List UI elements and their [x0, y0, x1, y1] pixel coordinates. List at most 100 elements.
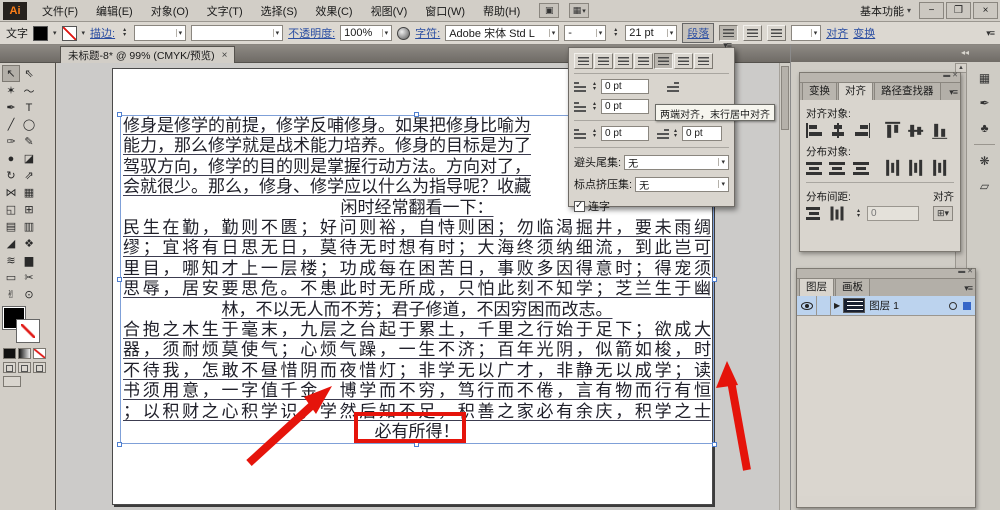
font-style-combo[interactable]: - ▾ [564, 25, 607, 41]
line-segment-tool[interactable]: ╱ [2, 116, 20, 133]
ellipse-tool[interactable]: ◯ [20, 116, 38, 133]
gradient-tool[interactable]: ▥ [20, 218, 38, 235]
text-line[interactable]: 器，须耐烦莫使气；心烦气躁，一生不济；百年光阴，似箭如梭，时 [121, 340, 713, 360]
space-before-stepper[interactable] [590, 129, 599, 139]
space-before-field[interactable]: 0 pt [601, 126, 649, 141]
tab-close-icon[interactable]: × [222, 50, 228, 61]
column-graph-tool[interactable]: ▆ [20, 252, 38, 269]
tab-pathfinder[interactable]: 路径查找器 [874, 80, 941, 100]
distribute-top-button[interactable] [806, 161, 824, 176]
symbol-sprayer-tool[interactable]: ≋ [2, 252, 20, 269]
symbols-panel-icon[interactable]: ♣ [974, 119, 995, 137]
selection-handle[interactable] [712, 442, 717, 447]
layer-selection-indicator[interactable] [963, 301, 971, 310]
distribute-hcenter-button[interactable] [908, 159, 924, 178]
align-horizontal-left-button[interactable] [806, 123, 824, 138]
dock-header[interactable] [791, 45, 1000, 62]
distribute-bottom-button[interactable] [852, 161, 870, 176]
blob-brush-tool[interactable]: ● [2, 150, 20, 167]
stroke-swatch[interactable] [61, 25, 77, 41]
visibility-toggle[interactable] [797, 295, 817, 316]
justify-left-button[interactable] [574, 53, 593, 69]
gradient-button[interactable] [18, 348, 31, 359]
space-after-field[interactable]: 0 pt [682, 126, 722, 141]
justify-last-left-button[interactable] [634, 53, 653, 69]
fill-swatch[interactable] [33, 25, 48, 41]
slice-tool[interactable]: ✂ [20, 269, 38, 286]
paragraph-link[interactable]: 段落 [682, 23, 715, 43]
mesh-tool[interactable]: ▤ [2, 218, 20, 235]
scale-tool[interactable]: ⇗ [20, 167, 38, 184]
character-link[interactable]: 字符: [415, 25, 440, 41]
type-tool[interactable]: T [20, 99, 38, 116]
brushes-panel-icon[interactable]: ✒ [974, 94, 995, 112]
text-line[interactable]: 缪；宜将有日思无日，莫待无时想有时；大海终须纳细流，到此岂可 [121, 238, 713, 258]
selection-handle[interactable] [117, 112, 122, 117]
spacing-field[interactable]: 0 [867, 206, 919, 221]
opacity-combo[interactable]: 100% ▾ [340, 25, 393, 41]
opacity-link[interactable]: 不透明度: [288, 25, 335, 41]
stroke-color-swatch[interactable] [16, 319, 40, 343]
layer-row[interactable]: ▶ 图层 1 [797, 295, 975, 316]
text-line[interactable]: 书须用意，一字值千金，博学而不穷，笃行而不倦，言有物而行有恒 [121, 381, 713, 401]
control-panel-menu-icon[interactable] [986, 27, 994, 39]
stroke-link[interactable]: 描边: [90, 25, 115, 41]
font-size-combo[interactable]: 21 pt ▾ [625, 25, 678, 41]
free-transform-tool[interactable]: ▦ [20, 184, 38, 201]
transform-panel-link[interactable]: 变换 [853, 25, 875, 41]
menu-help[interactable]: 帮助(H) [474, 0, 529, 22]
paintbrush-tool[interactable]: ✑ [2, 133, 20, 150]
text-line[interactable]: 林，不以无人而不芳；君子修道，不因穷困而改志。 [121, 300, 713, 320]
tab-artboards[interactable]: 画板 [835, 276, 870, 296]
layers-panel-menu-icon[interactable] [964, 282, 972, 294]
magic-wand-tool[interactable]: ✶ [2, 82, 20, 99]
align-horizontal-right-button[interactable] [852, 123, 870, 138]
text-line[interactable]: 合抱之木生于毫末，九层之台起于累土，千里之行始于足下；欲成大 [121, 320, 713, 340]
mojikumi-combo[interactable]: 无 ▾ [635, 176, 729, 192]
arrange-documents-icon[interactable]: ▦ [569, 3, 590, 18]
align-panel-link[interactable]: 对齐 [826, 25, 848, 41]
stroke-dropdown-icon[interactable]: ▾ [82, 29, 86, 37]
text-line[interactable]: 不待我，怎敢不昼惜阴而夜惜灯；非学无以广才，非静无以成学；读 [121, 361, 713, 381]
justify-right-button[interactable] [614, 53, 633, 69]
draw-inside-button[interactable] [33, 362, 46, 373]
align-vertical-center-button[interactable] [908, 121, 924, 140]
align-horizontal-center-button[interactable] [829, 123, 847, 138]
draw-behind-button[interactable] [18, 362, 31, 373]
align-to-selection-dropdown[interactable]: ⊞▾ [933, 206, 953, 221]
layer-thumbnail[interactable] [843, 298, 866, 313]
none-button[interactable] [33, 348, 46, 359]
text-line[interactable]: 思辱，居安要思危。不患此时无所成，只怕此刻不知学；芝兰生于幽 [121, 279, 713, 299]
hand-tool[interactable]: ✌ [2, 286, 20, 303]
menu-window[interactable]: 窗口(W) [416, 0, 474, 22]
graphic-style-icon[interactable] [397, 26, 411, 40]
variable-width-combo[interactable]: ▾ [191, 25, 284, 41]
menu-type[interactable]: 文字(T) [198, 0, 252, 22]
menu-file[interactable]: 文件(F) [33, 0, 87, 22]
distribute-right-button[interactable] [931, 159, 947, 178]
font-size-stepper[interactable] [611, 28, 620, 38]
brush-definition-combo[interactable]: ▾ [791, 25, 822, 41]
menu-object[interactable]: 对象(O) [142, 0, 198, 22]
layer-target-icon[interactable] [949, 301, 957, 310]
layer-name[interactable]: 图层 1 [869, 298, 899, 313]
width-tool[interactable]: ⋈ [2, 184, 20, 201]
color-button[interactable] [3, 348, 16, 359]
align-panel-menu-icon[interactable] [949, 86, 957, 98]
selection-handle[interactable] [117, 442, 122, 447]
justify-last-center-button[interactable] [654, 53, 673, 69]
pencil-tool[interactable]: ✎ [20, 133, 38, 150]
distribute-left-button[interactable] [885, 159, 901, 178]
panel-header[interactable] [800, 71, 960, 83]
tab-align[interactable]: 对齐 [838, 80, 873, 100]
menu-edit[interactable]: 编辑(E) [87, 0, 142, 22]
bridge-icon[interactable]: ▣ [539, 3, 560, 18]
expand-arrow-icon[interactable]: ▶ [834, 301, 840, 310]
workspace-switcher[interactable]: 基本功能 [860, 3, 919, 19]
distribute-vcenter-button[interactable] [829, 161, 847, 176]
selection-handle[interactable] [712, 277, 717, 282]
menu-view[interactable]: 视图(V) [362, 0, 417, 22]
screen-mode-button[interactable] [3, 376, 21, 387]
selection-tool[interactable]: ↖ [2, 65, 20, 82]
tab-layers[interactable]: 图层 [799, 276, 834, 296]
